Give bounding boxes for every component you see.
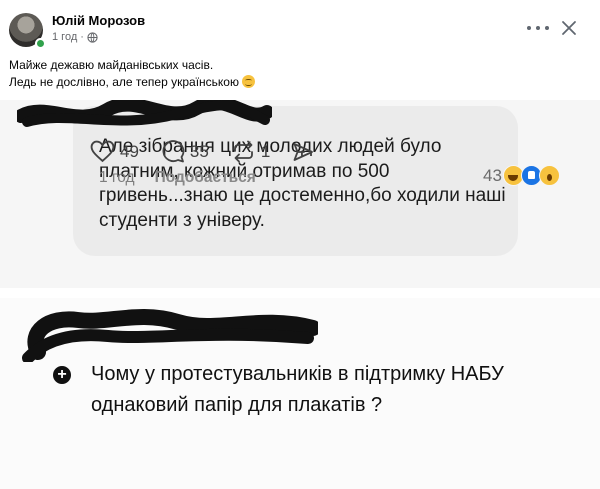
reaction-summary[interactable]: 43: [483, 165, 560, 186]
repost-icon: [233, 140, 253, 163]
repost-action[interactable]: 1: [231, 140, 270, 163]
post-time[interactable]: 1 год: [52, 31, 77, 43]
follow-plus-icon[interactable]: +: [51, 364, 73, 386]
like-count: 49: [120, 141, 139, 161]
thread-actions: 49 35 1: [90, 140, 341, 163]
like-button[interactable]: Подобається: [155, 169, 256, 187]
thread-text: Чому у протестувальників в підтримку НАБ…: [91, 363, 504, 416]
reply-action[interactable]: 35: [161, 140, 209, 163]
reply-count: 35: [189, 141, 209, 161]
wow-reaction-icon: [538, 165, 560, 186]
post-text-line-1: Майже дежавю майданівських часів.: [9, 58, 214, 72]
close-icon[interactable]: [561, 20, 577, 36]
heart-icon: [90, 140, 115, 163]
redaction-scribble: [17, 100, 272, 127]
meta-separator: ·: [80, 31, 84, 43]
post-text: Майже дежавю майданівських часів. Ледь н…: [9, 57, 255, 91]
screenshot-divider: [0, 288, 600, 298]
post-header: Юлій Морозов 1 год · Майже дежавю майдан…: [0, 0, 600, 100]
online-status-indicator: [35, 38, 46, 49]
author-name[interactable]: Юлій Морозов: [52, 13, 145, 28]
like-action[interactable]: 49: [90, 140, 139, 163]
repost-count: 1: [260, 141, 271, 161]
share-action[interactable]: [292, 141, 319, 163]
post-text-line-2: Ледь не дослівно, але тепер українською: [9, 75, 239, 89]
smirk-emoji-icon: [241, 75, 255, 88]
comment-bubble-icon: [162, 140, 185, 163]
comment-actions: 1 год Подобається: [99, 169, 256, 187]
thread-screenshot: + Чому у протестувальників в підтримку Н…: [0, 298, 600, 489]
more-options-icon[interactable]: [527, 20, 549, 36]
reaction-count: 43: [483, 165, 502, 185]
send-icon: [293, 142, 314, 161]
globe-icon[interactable]: [87, 31, 98, 43]
redaction-scribble: [22, 309, 318, 362]
comment-time[interactable]: 1 год: [99, 169, 135, 187]
post-meta: 1 год ·: [52, 31, 98, 43]
comment-screenshot: Але зібрання цих молодих людей було плат…: [0, 100, 600, 288]
